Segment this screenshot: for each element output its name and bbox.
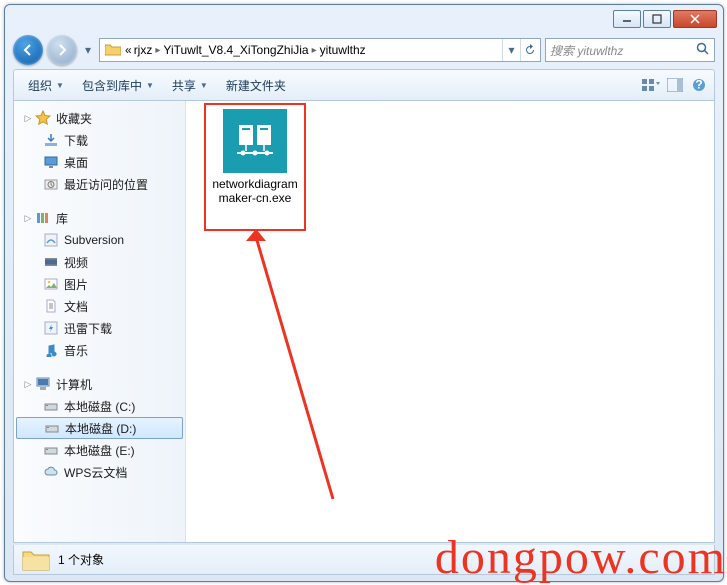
chevron-right-icon[interactable]: ▸ — [153, 45, 162, 56]
collapse-icon[interactable]: ▷ — [22, 213, 34, 224]
svg-text:?: ? — [695, 78, 702, 92]
nav-history-dropdown[interactable]: ▾ — [81, 35, 95, 65]
sidebar-wps[interactable]: WPS云文档 — [14, 461, 185, 483]
search-placeholder: 搜索 yituwlthz — [550, 42, 623, 59]
back-button[interactable] — [13, 35, 43, 65]
sidebar-disk-e[interactable]: 本地磁盘 (E:) — [14, 439, 185, 461]
sidebar-desktop[interactable]: 桌面 — [14, 151, 185, 173]
music-icon — [42, 341, 60, 359]
downloads-icon — [42, 131, 60, 149]
sidebar-thunder[interactable]: 迅雷下载 — [14, 317, 185, 339]
breadcrumb-prefix[interactable]: « — [124, 43, 133, 57]
search-input[interactable]: 搜索 yituwlthz — [545, 38, 715, 62]
close-button[interactable] — [673, 10, 717, 28]
videos-icon — [42, 253, 60, 271]
star-icon — [34, 109, 52, 127]
sidebar-videos[interactable]: 视频 — [14, 251, 185, 273]
drive-icon — [42, 441, 60, 459]
maximize-button[interactable] — [643, 10, 671, 28]
sidebar-documents[interactable]: 文档 — [14, 295, 185, 317]
explorer-window: ▾ « rjxz ▸ YiTuwlt_V8.4_XiTongZhiJia ▸ y… — [4, 4, 724, 582]
address-dropdown[interactable]: ▾ — [502, 39, 520, 61]
exe-icon — [223, 109, 287, 173]
preview-pane-button[interactable] — [666, 76, 684, 94]
sidebar-libraries[interactable]: ▷ 库 — [14, 207, 185, 229]
share-menu[interactable]: 共享▼ — [164, 74, 216, 97]
forward-button[interactable] — [47, 35, 77, 65]
pictures-icon — [42, 275, 60, 293]
breadcrumb-segment[interactable]: YiTuwlt_V8.4_XiTongZhiJia — [162, 43, 309, 57]
organize-menu[interactable]: 组织▼ — [20, 74, 72, 97]
thunder-icon — [42, 319, 60, 337]
drive-icon — [42, 397, 60, 415]
view-options-button[interactable] — [642, 76, 660, 94]
status-count: 1 个对象 — [58, 551, 104, 568]
chevron-right-icon[interactable]: ▸ — [310, 45, 319, 56]
libraries-icon — [34, 209, 52, 227]
file-name: networkdiagrammaker-cn.exe — [212, 177, 298, 206]
subversion-icon — [42, 231, 60, 249]
recent-icon — [42, 175, 60, 193]
sidebar-subversion[interactable]: Subversion — [14, 229, 185, 251]
sidebar-music[interactable]: 音乐 — [14, 339, 185, 361]
breadcrumb-segment[interactable]: yituwlthz — [319, 43, 367, 57]
collapse-icon[interactable]: ▷ — [22, 379, 34, 390]
sidebar-disk-d[interactable]: 本地磁盘 (D:) — [16, 417, 183, 439]
folder-icon — [104, 41, 122, 59]
status-bar: 1 个对象 — [13, 545, 715, 575]
new-folder-button[interactable]: 新建文件夹 — [218, 74, 294, 97]
help-button[interactable]: ? — [690, 76, 708, 94]
address-bar[interactable]: « rjxz ▸ YiTuwlt_V8.4_XiTongZhiJia ▸ yit… — [99, 38, 541, 62]
content-area: ▷ 收藏夹 下载 桌面 最近访问的位置 ▷ 库 — [13, 101, 715, 543]
navigation-pane[interactable]: ▷ 收藏夹 下载 桌面 最近访问的位置 ▷ 库 — [14, 101, 186, 542]
annotation-arrow — [238, 229, 358, 509]
sidebar-recent[interactable]: 最近访问的位置 — [14, 173, 185, 195]
include-in-library-menu[interactable]: 包含到库中▼ — [74, 74, 162, 97]
navigation-bar: ▾ « rjxz ▸ YiTuwlt_V8.4_XiTongZhiJia ▸ y… — [13, 33, 715, 67]
desktop-icon — [42, 153, 60, 171]
refresh-button[interactable] — [520, 39, 538, 61]
sidebar-favorites[interactable]: ▷ 收藏夹 — [14, 107, 185, 129]
file-item[interactable]: networkdiagrammaker-cn.exe — [212, 109, 298, 206]
search-icon[interactable] — [696, 42, 710, 59]
sidebar-pictures[interactable]: 图片 — [14, 273, 185, 295]
minimize-button[interactable] — [613, 10, 641, 28]
cloud-icon — [42, 463, 60, 481]
breadcrumb-segment[interactable]: rjxz — [133, 43, 154, 57]
sidebar-computer[interactable]: ▷ 计算机 — [14, 373, 185, 395]
drive-icon — [43, 419, 61, 437]
titlebar — [5, 5, 723, 33]
sidebar-downloads[interactable]: 下载 — [14, 129, 185, 151]
computer-icon — [34, 375, 52, 393]
documents-icon — [42, 297, 60, 315]
sidebar-disk-c[interactable]: 本地磁盘 (C:) — [14, 395, 185, 417]
folder-icon — [22, 548, 50, 572]
toolbar: 组织▼ 包含到库中▼ 共享▼ 新建文件夹 ? — [13, 69, 715, 101]
collapse-icon[interactable]: ▷ — [22, 113, 34, 124]
file-list-pane[interactable]: networkdiagrammaker-cn.exe — [186, 101, 714, 542]
